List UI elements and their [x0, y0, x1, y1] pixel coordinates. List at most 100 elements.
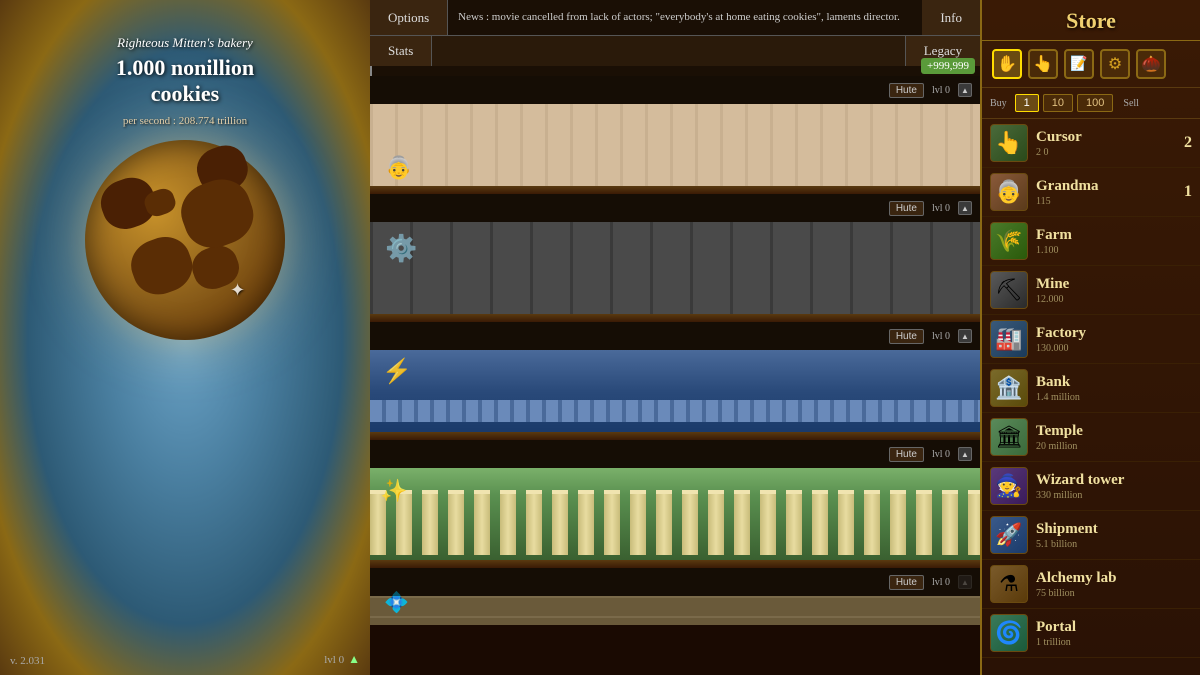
last-lvl: lvl 0 [932, 577, 950, 588]
grandma-hute-button[interactable]: Hute [889, 83, 924, 98]
temple-pillar [890, 490, 906, 555]
nut-btn[interactable]: 🌰 [1136, 49, 1166, 79]
cursor-name: Cursor [1036, 128, 1166, 146]
cursor-count: 2 [1172, 134, 1192, 152]
feather-btn[interactable]: 📝 [1064, 49, 1094, 79]
temple-info: Temple 20 million [1036, 422, 1166, 452]
farm-info: Farm 1.100 [1036, 226, 1166, 256]
middle-panel: Options News : movie cancelled from lack… [370, 0, 980, 675]
grandma-info: Grandma 115 [1036, 177, 1166, 207]
temple-pillar [708, 490, 724, 555]
buy-controls: Buy 1 10 100 Sell [982, 88, 1200, 119]
store-item-temple[interactable]: 🏛 Temple 20 million [982, 413, 1200, 462]
cursor-sprite: ✦ [230, 280, 245, 301]
second-bar: Stats Legacy [370, 36, 980, 66]
farm-name: Farm [1036, 226, 1166, 244]
mine-header: Hute lvl 0 ▲ [370, 194, 980, 222]
last-hute-button[interactable]: Hute [889, 575, 924, 590]
temple-pillar [864, 490, 880, 555]
temple-price: 20 million [1036, 441, 1166, 452]
game-world[interactable]: 👵 Hute lvl 0 ▲ Hute lvl 0 ▲ ⚙️ H [370, 76, 980, 675]
store-item-wizard[interactable]: 🧙 Wizard tower 330 million [982, 462, 1200, 511]
buy-10-button[interactable]: 10 [1043, 94, 1073, 112]
version-label: v. 2.031 [10, 655, 45, 667]
factory-hute-button[interactable]: Hute [889, 329, 924, 344]
alchemy-info: Alchemy lab 75 billion [1036, 569, 1166, 599]
last-header: Hute lvl 0 ▲ [370, 568, 980, 596]
store-item-mine[interactable]: ⛏ Mine 12.000 [982, 266, 1200, 315]
store-item-shipment[interactable]: 🚀 Shipment 5.1 billion [982, 511, 1200, 560]
mine-price: 12.000 [1036, 294, 1166, 305]
factory-lvl: lvl 0 [932, 331, 950, 342]
temple-header: Hute lvl 0 ▲ [370, 440, 980, 468]
temple-pillar [812, 490, 828, 555]
portal-store-icon: 🌀 [990, 614, 1028, 652]
building-row-temple: Hute lvl 0 ▲ ✨ [370, 440, 980, 560]
temple-pillar [734, 490, 750, 555]
farm-price: 1.100 [1036, 245, 1166, 256]
buy-100-button[interactable]: 100 [1077, 94, 1113, 112]
portal-info: Portal 1 trillion [1036, 618, 1166, 648]
bottom-lvl-indicator: lvl 0 ▲ [324, 652, 360, 667]
left-panel: Righteous Mitten's bakery 1.000 nonillio… [0, 0, 370, 675]
stars-sprite: ✨ [380, 478, 407, 504]
wizard-info: Wizard tower 330 million [1036, 471, 1166, 501]
factory-name: Factory [1036, 324, 1166, 342]
mine-up-arrow[interactable]: ▲ [958, 201, 972, 215]
news-ticker: News : movie cancelled from lack of acto… [448, 0, 922, 35]
building-row-grandma: 👵 Hute lvl 0 ▲ [370, 76, 980, 186]
mine-store-icon: ⛏ [990, 271, 1028, 309]
point-cursor-btn[interactable]: 👆 [1028, 49, 1058, 79]
temple-hute-button[interactable]: Hute [889, 447, 924, 462]
grandma-up-arrow[interactable]: ▲ [958, 83, 972, 97]
temple-pillar [552, 490, 568, 555]
cursor-store-icon: 👆 [990, 124, 1028, 162]
stats-button[interactable]: Stats [370, 36, 432, 66]
store-item-alchemy[interactable]: ⚗ Alchemy lab 75 billion [982, 560, 1200, 609]
store-item-grandma[interactable]: 👵 Grandma 115 1 [982, 168, 1200, 217]
temple-pillar [968, 490, 980, 555]
wizard-store-icon: 🧙 [990, 467, 1028, 505]
store-item-bank[interactable]: 🏦 Bank 1.4 million [982, 364, 1200, 413]
factory-up-arrow[interactable]: ▲ [958, 329, 972, 343]
mine-hute-button[interactable]: Hute [889, 201, 924, 216]
lightning-sprite: ⚡ [382, 357, 412, 386]
shipment-price: 5.1 billion [1036, 539, 1166, 550]
grandma-scene [370, 104, 980, 186]
store-item-farm[interactable]: 🌾 Farm 1.100 [982, 217, 1200, 266]
store-item-factory[interactable]: 🏭 Factory 130.000 [982, 315, 1200, 364]
hand-cursor-btn[interactable]: ✋ [992, 49, 1022, 79]
grandma-count: 1 [1172, 183, 1192, 201]
temple-up-arrow[interactable]: ▲ [958, 447, 972, 461]
store-items-list: 👆 Cursor 2 0 2 👵 Grandma 115 1 🌾 Farm 1.… [982, 119, 1200, 675]
store-item-portal[interactable]: 🌀 Portal 1 trillion [982, 609, 1200, 658]
temple-pillar [474, 490, 490, 555]
options-button[interactable]: Options [370, 0, 448, 35]
grandma-store-icon: 👵 [990, 173, 1028, 211]
lvl-value: lvl 0 [324, 654, 344, 666]
grandma-lvl: lvl 0 [932, 85, 950, 96]
temple-pillar [526, 490, 542, 555]
temple-pillar [838, 490, 854, 555]
temple-pillar [786, 490, 802, 555]
big-cookie[interactable] [85, 140, 285, 340]
temple-pillar [500, 490, 516, 555]
temple-pillar [422, 490, 438, 555]
mine-scene [370, 222, 980, 314]
temple-pillar [916, 490, 932, 555]
top-bar: Options News : movie cancelled from lack… [370, 0, 980, 36]
buy-1-button[interactable]: 1 [1015, 94, 1039, 112]
cursor-info: Cursor 2 0 [1036, 128, 1166, 158]
temple-pillar [630, 490, 646, 555]
info-button[interactable]: Info [922, 0, 980, 35]
buy-label: Buy [990, 98, 1007, 109]
factory-store-icon: 🏭 [990, 320, 1028, 358]
temple-scene [370, 468, 980, 560]
portal-name: Portal [1036, 618, 1166, 636]
news-text: News : movie cancelled from lack of acto… [458, 10, 900, 24]
store-item-cursor[interactable]: 👆 Cursor 2 0 2 [982, 119, 1200, 168]
gold-btn[interactable]: ⚙ [1100, 49, 1130, 79]
cursor-icons-row: ✋ 👆 📝 ⚙ 🌰 [982, 41, 1200, 88]
shipment-info: Shipment 5.1 billion [1036, 520, 1166, 550]
separator-2 [370, 314, 980, 322]
